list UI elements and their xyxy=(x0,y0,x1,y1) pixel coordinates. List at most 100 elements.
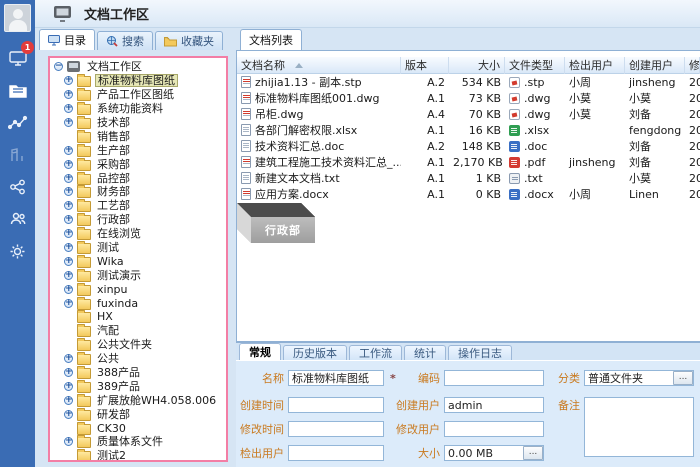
user-avatar[interactable] xyxy=(4,4,31,32)
tree-item[interactable]: + 测试2 xyxy=(54,449,226,462)
filetype-ext: .docx xyxy=(524,188,554,201)
tab-favorites[interactable]: 收藏夹 xyxy=(155,31,223,50)
document-version: A.2 xyxy=(401,140,449,153)
column-header-checkout-user[interactable]: 检出用户 xyxy=(565,57,625,74)
share-network-icon[interactable] xyxy=(0,172,35,202)
expand-icon[interactable]: + xyxy=(64,382,73,391)
expand-icon[interactable]: + xyxy=(64,271,73,280)
documents-folder-icon[interactable] xyxy=(0,76,35,106)
tree-item[interactable]: + HX xyxy=(54,310,226,324)
expand-icon[interactable]: + xyxy=(64,354,73,363)
tree-item[interactable]: + 销售部 xyxy=(54,129,226,143)
workspace-monitor-icon[interactable]: 1 xyxy=(0,44,35,74)
settings-gear-icon[interactable] xyxy=(0,236,35,266)
created-by-field[interactable] xyxy=(444,397,544,413)
checkout-user: jinsheng xyxy=(565,156,625,169)
tree-item[interactable]: + 系统功能资料 xyxy=(54,102,226,116)
table-row[interactable]: 标准物料库图纸001.dwg A.1 73 KB .dwg 小莫 小莫 xyxy=(237,90,700,106)
creator-user: Linen xyxy=(625,188,685,201)
expand-icon[interactable]: + xyxy=(64,243,73,252)
tree-item[interactable]: + 389产品 xyxy=(54,379,226,393)
folder-icon xyxy=(77,187,91,198)
tree-item[interactable]: + 公共 xyxy=(54,352,226,366)
tree-item[interactable]: + 采购部 xyxy=(54,157,226,171)
tree-item[interactable]: + 测试 xyxy=(54,241,226,255)
expand-icon[interactable]: + xyxy=(64,118,73,127)
tree-item[interactable]: + fuxinda xyxy=(54,296,226,310)
expand-icon[interactable]: + xyxy=(64,410,73,419)
expand-icon[interactable]: + xyxy=(64,76,73,85)
tree-item[interactable]: + 公共文件夹 xyxy=(54,338,226,352)
column-header-name[interactable]: 文档名称 xyxy=(237,57,401,74)
code-field[interactable] xyxy=(444,370,544,386)
table-row[interactable]: 应用方案.docx A.1 0 KB .docx 小周 Linen xyxy=(237,186,700,202)
tree-item[interactable]: + CK30 xyxy=(54,421,226,435)
detail-tab[interactable]: 常规 xyxy=(239,343,281,360)
column-header-size[interactable]: 大小 xyxy=(449,57,505,74)
detail-tab[interactable]: 工作流 xyxy=(349,345,402,360)
tree-item[interactable]: + 汽配 xyxy=(54,324,226,338)
tree-item[interactable]: + 研发部 xyxy=(54,407,226,421)
category-browse-button[interactable]: ... xyxy=(673,371,693,385)
expand-icon[interactable]: + xyxy=(64,257,73,266)
tree-item[interactable]: + 测试演示 xyxy=(54,268,226,282)
trend-chart-icon[interactable] xyxy=(0,108,35,138)
tree-item[interactable]: + 财务部 xyxy=(54,185,226,199)
column-header-modified[interactable]: 修改时间 xyxy=(685,57,700,74)
expand-icon[interactable]: + xyxy=(64,146,73,155)
tree-item[interactable]: + 生产部 xyxy=(54,143,226,157)
expand-icon[interactable]: + xyxy=(64,229,73,238)
collapse-icon[interactable]: − xyxy=(54,62,63,71)
size-browse-button[interactable]: ... xyxy=(523,446,543,460)
tree-item[interactable]: + 388产品 xyxy=(54,366,226,380)
report-chart-icon[interactable] xyxy=(0,140,35,170)
created-time-field[interactable] xyxy=(288,397,384,413)
table-row[interactable]: zhijia1.13 - 副本.stp A.2 534 KB .stp 小周 j… xyxy=(237,74,700,90)
tab-document-list[interactable]: 文档列表 xyxy=(240,29,302,50)
name-field[interactable] xyxy=(288,370,384,386)
tree-item[interactable]: + 工艺部 xyxy=(54,199,226,213)
note-field[interactable] xyxy=(584,397,694,457)
modified-by-field[interactable] xyxy=(444,421,544,437)
tree-item[interactable]: + xinpu xyxy=(54,282,226,296)
tree-item[interactable]: + 标准物料库图纸 xyxy=(54,74,226,88)
tree-item[interactable]: + 质量体系文件 xyxy=(54,435,226,449)
expand-icon[interactable]: + xyxy=(64,90,73,99)
detail-tab[interactable]: 操作日志 xyxy=(448,345,512,360)
tree-item[interactable]: + 扩展放舱WH4.058.006 xyxy=(54,393,226,407)
expand-icon[interactable]: + xyxy=(64,201,73,210)
tree-item[interactable]: + 行政部 xyxy=(54,213,226,227)
expand-icon[interactable]: + xyxy=(64,437,73,446)
detail-tab[interactable]: 历史版本 xyxy=(283,345,347,360)
tree-root[interactable]: − 文档工作区 xyxy=(54,60,226,74)
tree-item[interactable]: + 技术部 xyxy=(54,116,226,130)
table-row[interactable]: 建筑工程施工技术资料汇总_... A.1 2,170 KB .pdf jinsh… xyxy=(237,154,700,170)
expand-icon[interactable]: + xyxy=(64,285,73,294)
table-row[interactable]: 新建文本文档.txt A.1 1 KB .txt 小莫 20 xyxy=(237,170,700,186)
table-row[interactable]: 技术资料汇总.doc A.2 148 KB .doc 刘备 2 xyxy=(237,138,700,154)
tree-item[interactable]: + 产品工作区图纸 xyxy=(54,88,226,102)
checkout-by-field[interactable] xyxy=(288,445,384,461)
expand-icon[interactable]: + xyxy=(64,104,73,113)
tab-directory[interactable]: 目录 xyxy=(39,29,95,50)
column-header-filetype[interactable]: 文件类型 xyxy=(505,57,565,74)
tree-item[interactable]: + 品控部 xyxy=(54,171,226,185)
expand-icon[interactable]: + xyxy=(64,368,73,377)
expand-icon[interactable]: + xyxy=(64,174,73,183)
column-header-version[interactable]: 版本 xyxy=(401,57,449,74)
table-row[interactable]: 各部门解密权限.xlsx A.1 16 KB .xlsx fengdong xyxy=(237,122,700,138)
expand-icon[interactable]: + xyxy=(64,396,73,405)
table-row[interactable]: 吊柜.dwg A.4 70 KB .dwg 小莫 刘备 20 xyxy=(237,106,700,122)
expand-icon[interactable]: + xyxy=(64,187,73,196)
tab-search[interactable]: 搜索 xyxy=(97,31,153,50)
expand-icon[interactable]: + xyxy=(64,215,73,224)
column-header-creator[interactable]: 创建用户 xyxy=(625,57,685,74)
detail-tab[interactable]: 统计 xyxy=(404,345,446,360)
modified-time-field[interactable] xyxy=(288,421,384,437)
tree-item[interactable]: + 在线浏览 xyxy=(54,227,226,241)
tree-item[interactable]: + Wika xyxy=(54,254,226,268)
modified-time: 20 xyxy=(685,172,700,185)
users-icon[interactable] xyxy=(0,204,35,234)
expand-icon[interactable]: + xyxy=(64,160,73,169)
expand-icon[interactable]: + xyxy=(64,299,73,308)
